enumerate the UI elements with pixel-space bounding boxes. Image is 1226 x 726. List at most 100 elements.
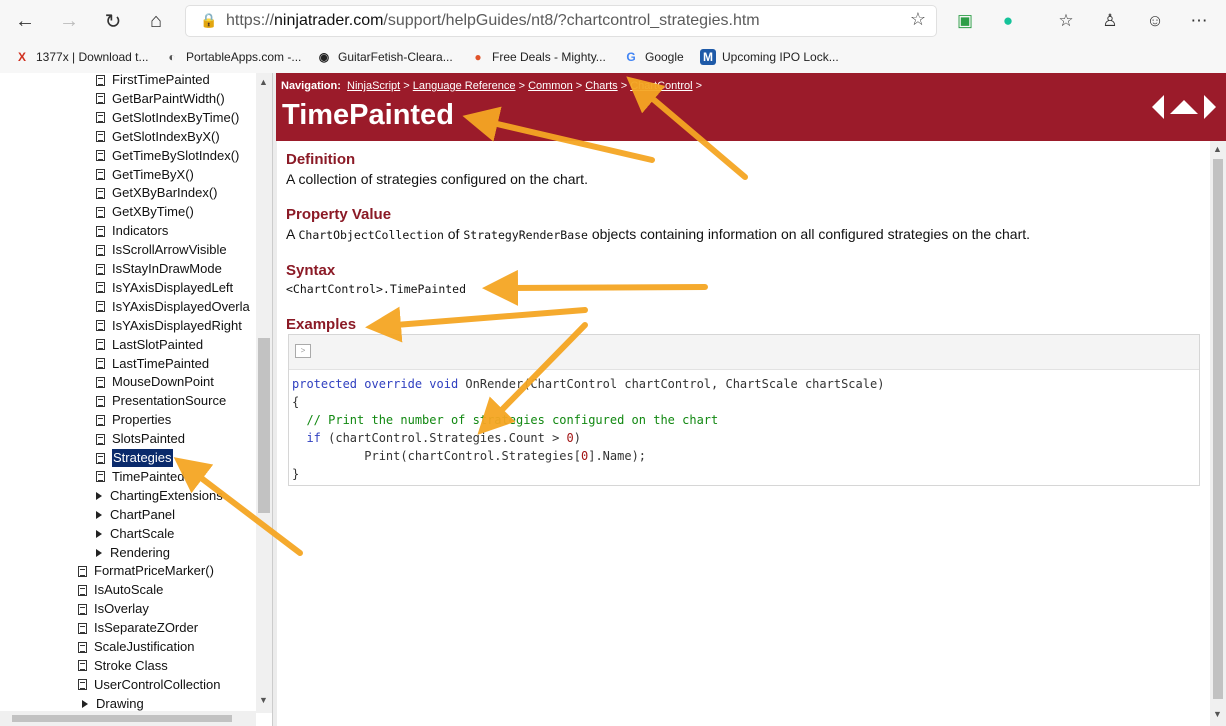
sidebar-scrollbar[interactable]: ▲ ▼ [256,73,272,713]
page-icon [96,395,105,407]
previous-topic-icon[interactable] [1152,95,1164,119]
sidebar-hscrollbar[interactable] [0,711,256,726]
page-icon [96,358,105,369]
toc-item[interactable]: GetTimeBySlotIndex() [96,147,239,165]
content-scroll-down-icon[interactable]: ▼ [1213,709,1222,719]
crumb-charts[interactable]: Charts [585,80,617,92]
toc-item[interactable]: FormatPriceMarker() [78,562,214,580]
examples-heading: Examples [286,316,357,333]
toc-item[interactable]: Properties [96,411,171,429]
breadcrumb: Navigation: NinjaScript > Language Refer… [281,80,703,92]
toc-item-label: Properties [112,412,172,428]
toc-item[interactable]: ChartScale [96,525,174,543]
toc-item[interactable]: IsOverlay [78,600,149,618]
menu-icon[interactable]: ⋯ [1186,8,1212,34]
toc-item[interactable]: Rendering [96,544,170,562]
page-icon [78,622,87,634]
feedback-icon[interactable]: ☺ [1142,8,1168,34]
favorites-icon[interactable]: ☆ [1053,8,1079,34]
sidebar-hscroll-thumb[interactable] [12,715,232,722]
toc-item[interactable]: GetXByTime() [96,203,194,221]
toc-item-label: IsYAxisDisplayedLeft [112,279,234,295]
code-block: protected override void OnRender(ChartCo… [292,377,885,481]
toc-item[interactable]: UserControlCollection [78,676,220,694]
bookmark-1377x[interactable]: X 1377x | Download t... [14,49,149,65]
toc-sidebar: FirstTimePainted GetBarPaintWidth() GetSlo… [0,73,256,713]
toc-item[interactable]: IsYAxisDisplayedLeft [96,279,233,297]
toc-item[interactable]: ScaleJustification [78,638,194,656]
copy-code-button[interactable]: > [295,344,311,358]
toc-item[interactable]: IsYAxisDisplayedRight [96,317,242,335]
toc-item-label: GetXByBarIndex() [112,185,218,201]
parent-topic-icon[interactable] [1170,100,1198,114]
toc-item[interactable]: GetTimeByX() [96,166,194,184]
toc-item[interactable]: ChartPanel [96,506,175,524]
browser-toolbar: ← → ↻ ⌂ 🔒 https://ninjatrader.com/suppor… [0,0,1226,42]
profile-icon[interactable]: ♙ [1097,8,1123,34]
bookmark-ipo[interactable]: M Upcoming IPO Lock... [700,49,839,65]
toc-item[interactable]: Stroke Class [78,657,168,675]
crumb-common[interactable]: Common [528,80,573,92]
toc-item[interactable]: Indicators [96,222,168,240]
page-icon [96,187,105,199]
toc-item[interactable]: TimePainted [96,468,185,486]
grammarly-icon[interactable]: ● [995,8,1021,34]
toc-item[interactable]: SlotsPainted [96,430,185,448]
toc-item-label: UserControlCollection [94,676,221,692]
toc-item[interactable]: LastSlotPainted [96,336,203,354]
extension-icon[interactable]: ▣ [952,8,978,34]
content-scroll-thumb[interactable] [1213,159,1223,699]
toc-item[interactable]: LastTimePainted [96,355,209,373]
crumb-chartcontrol[interactable]: ChartControl [630,80,692,92]
toc-item[interactable]: Strategies [96,449,173,467]
toc-item[interactable]: IsStayInDrawMode [96,260,222,278]
page-icon [96,131,105,143]
guitarfetish-icon: ◉ [318,50,330,64]
address-bar[interactable]: 🔒 https://ninjatrader.com/support/helpGu… [186,6,936,36]
toc-item[interactable]: FirstTimePainted [96,73,210,89]
type-strategyrenderbase: StrategyRenderBase [463,228,588,242]
toc-item-label: ChartPanel [110,506,176,522]
bookmark-freedeals[interactable]: ● Free Deals - Mighty... [470,49,605,65]
bookmark-portableapps[interactable]: ◐ PortableApps.com -... [164,49,301,65]
crumb-language-reference[interactable]: Language Reference [413,80,516,92]
topic-navigation [1152,95,1216,119]
toc-item[interactable]: IsSeparateZOrder [78,619,198,637]
expand-arrow-icon[interactable] [96,510,102,519]
toc-item[interactable]: ChartingExtensions [96,487,223,505]
toc-item[interactable]: IsYAxisDisplayedOverla [96,298,250,316]
expand-arrow-icon[interactable] [96,529,102,538]
bookmark-google[interactable]: G Google [623,49,683,65]
url-text[interactable]: https://ninjatrader.com/support/helpGuid… [226,12,760,30]
back-icon[interactable]: ← [10,6,40,36]
refresh-icon[interactable]: ↻ [98,6,128,36]
toc-item[interactable]: Drawing [82,695,144,713]
toc-item[interactable]: MouseDownPoint [96,373,214,391]
content-scroll-up-icon[interactable]: ▲ [1213,144,1222,154]
scroll-up-icon[interactable]: ▲ [259,77,268,87]
toc-item[interactable]: GetSlotIndexByTime() [96,109,239,127]
expand-arrow-icon[interactable] [96,491,102,500]
expand-arrow-icon[interactable] [96,548,102,557]
code-example: > protected override void OnRender(Chart… [288,334,1200,486]
sidebar-scroll-thumb[interactable] [258,338,270,513]
page-icon [78,565,87,577]
crumb-ninjascript[interactable]: NinjaScript [347,80,400,92]
bookmark-guitarfetish[interactable]: ◉ GuitarFetish-Cleara... [316,49,453,65]
toc-item[interactable]: PresentationSource [96,392,226,410]
toc-item[interactable]: GetXByBarIndex() [96,184,218,202]
favorite-star-icon[interactable]: ☆ [910,9,926,30]
home-icon[interactable]: ⌂ [141,6,171,36]
next-topic-icon[interactable] [1204,95,1216,119]
toc-item-label: Drawing [96,695,144,711]
forward-icon[interactable]: → [54,6,84,36]
type-chartobjectcollection: ChartObjectCollection [298,228,444,242]
toc-item[interactable]: IsAutoScale [78,581,163,599]
toc-item[interactable]: GetBarPaintWidth() [96,90,225,108]
toc-item[interactable]: IsScrollArrowVisible [96,241,227,259]
expand-arrow-icon[interactable] [82,699,88,708]
lock-icon[interactable]: 🔒 [200,12,217,29]
scroll-down-icon[interactable]: ▼ [259,695,268,705]
content-scrollbar[interactable]: ▲ ▼ [1210,141,1226,726]
toc-item[interactable]: GetSlotIndexByX() [96,128,220,146]
